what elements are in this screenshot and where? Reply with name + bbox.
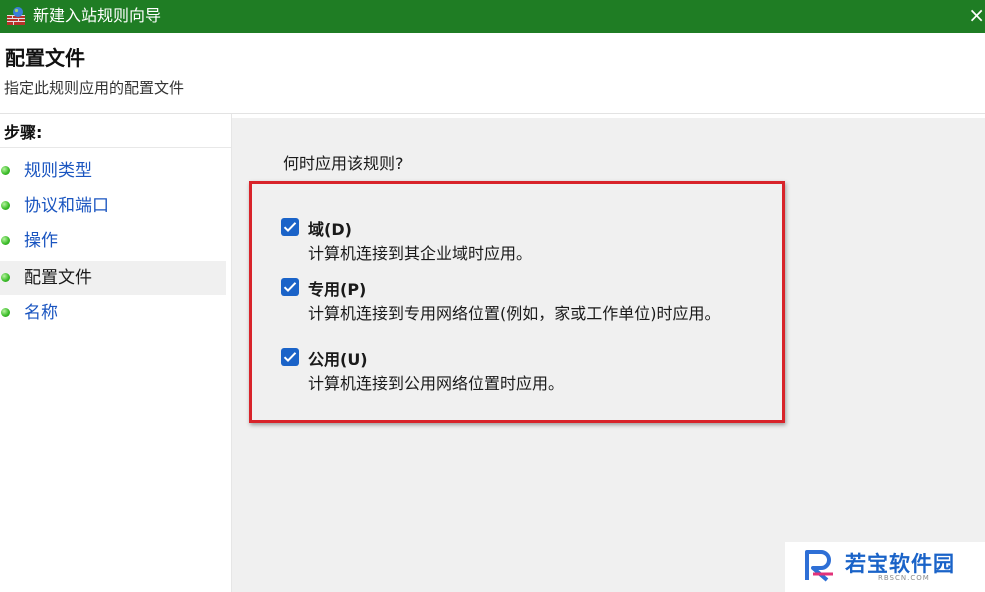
sidebar-item-label: 名称: [24, 303, 58, 323]
checkmark-icon: [283, 352, 297, 363]
public-checkbox[interactable]: [281, 348, 299, 366]
option-description: 计算机连接到公用网络位置时应用。: [308, 374, 565, 393]
profile-option-private: 专用(P) 计算机连接到专用网络位置(例如，家或工作单位)时应用。: [281, 278, 781, 328]
sidebar-item-profile[interactable]: 配置文件: [0, 261, 226, 295]
step-bullet-icon: [1, 308, 10, 317]
firewall-icon: [6, 6, 26, 26]
watermark-logo-icon: [805, 550, 833, 582]
domain-checkbox[interactable]: [281, 218, 299, 236]
watermark-site: RBSCN.COM: [878, 574, 930, 582]
private-checkbox[interactable]: [281, 278, 299, 296]
option-title[interactable]: 域(D): [308, 216, 352, 240]
sidebar-item-label: 配置文件: [24, 268, 92, 288]
step-bullet-icon: [1, 273, 10, 282]
option-description: 计算机连接到其企业域时应用。: [308, 244, 533, 263]
step-bullet-icon: [1, 166, 10, 175]
sidebar-item-name[interactable]: 名称: [0, 296, 226, 330]
sidebar-item-action[interactable]: 操作: [0, 224, 226, 258]
page-header: 配置文件 指定此规则应用的配置文件: [0, 33, 985, 114]
checkmark-icon: [283, 222, 297, 233]
steps-sidebar: 步骤: 规则类型 协议和端口 操作 配置文件 名称: [0, 114, 232, 592]
profile-option-domain: 域(D) 计算机连接到其企业域时应用。: [281, 218, 781, 268]
sidebar-item-protocol-ports[interactable]: 协议和端口: [0, 189, 226, 223]
steps-heading: 步骤:: [0, 118, 231, 148]
window-title: 新建入站规则向导: [33, 6, 162, 25]
watermark: 若宝软件园 RBSCN.COM: [785, 542, 985, 592]
main-panel: 何时应用该规则? 域(D) 计算机连接到其企业域时应用。 专用(P) 计算机连接…: [232, 118, 985, 592]
step-bullet-icon: [1, 236, 10, 245]
question-label: 何时应用该规则?: [283, 154, 404, 173]
sidebar-item-label: 规则类型: [24, 161, 92, 181]
option-title[interactable]: 专用(P): [308, 276, 366, 300]
option-description: 计算机连接到专用网络位置(例如，家或工作单位)时应用。: [308, 304, 721, 323]
close-icon[interactable]: ×: [967, 0, 985, 33]
step-bullet-icon: [1, 201, 10, 210]
option-title[interactable]: 公用(U): [308, 346, 368, 370]
page-title: 配置文件: [5, 46, 85, 70]
checkmark-icon: [283, 282, 297, 293]
profile-option-public: 公用(U) 计算机连接到公用网络位置时应用。: [281, 348, 781, 398]
sidebar-item-rule-type[interactable]: 规则类型: [0, 154, 226, 188]
sidebar-item-label: 操作: [24, 231, 58, 251]
sidebar-item-label: 协议和端口: [24, 196, 109, 216]
page-subtitle: 指定此规则应用的配置文件: [4, 79, 185, 97]
title-bar: 新建入站规则向导 ×: [0, 0, 985, 33]
